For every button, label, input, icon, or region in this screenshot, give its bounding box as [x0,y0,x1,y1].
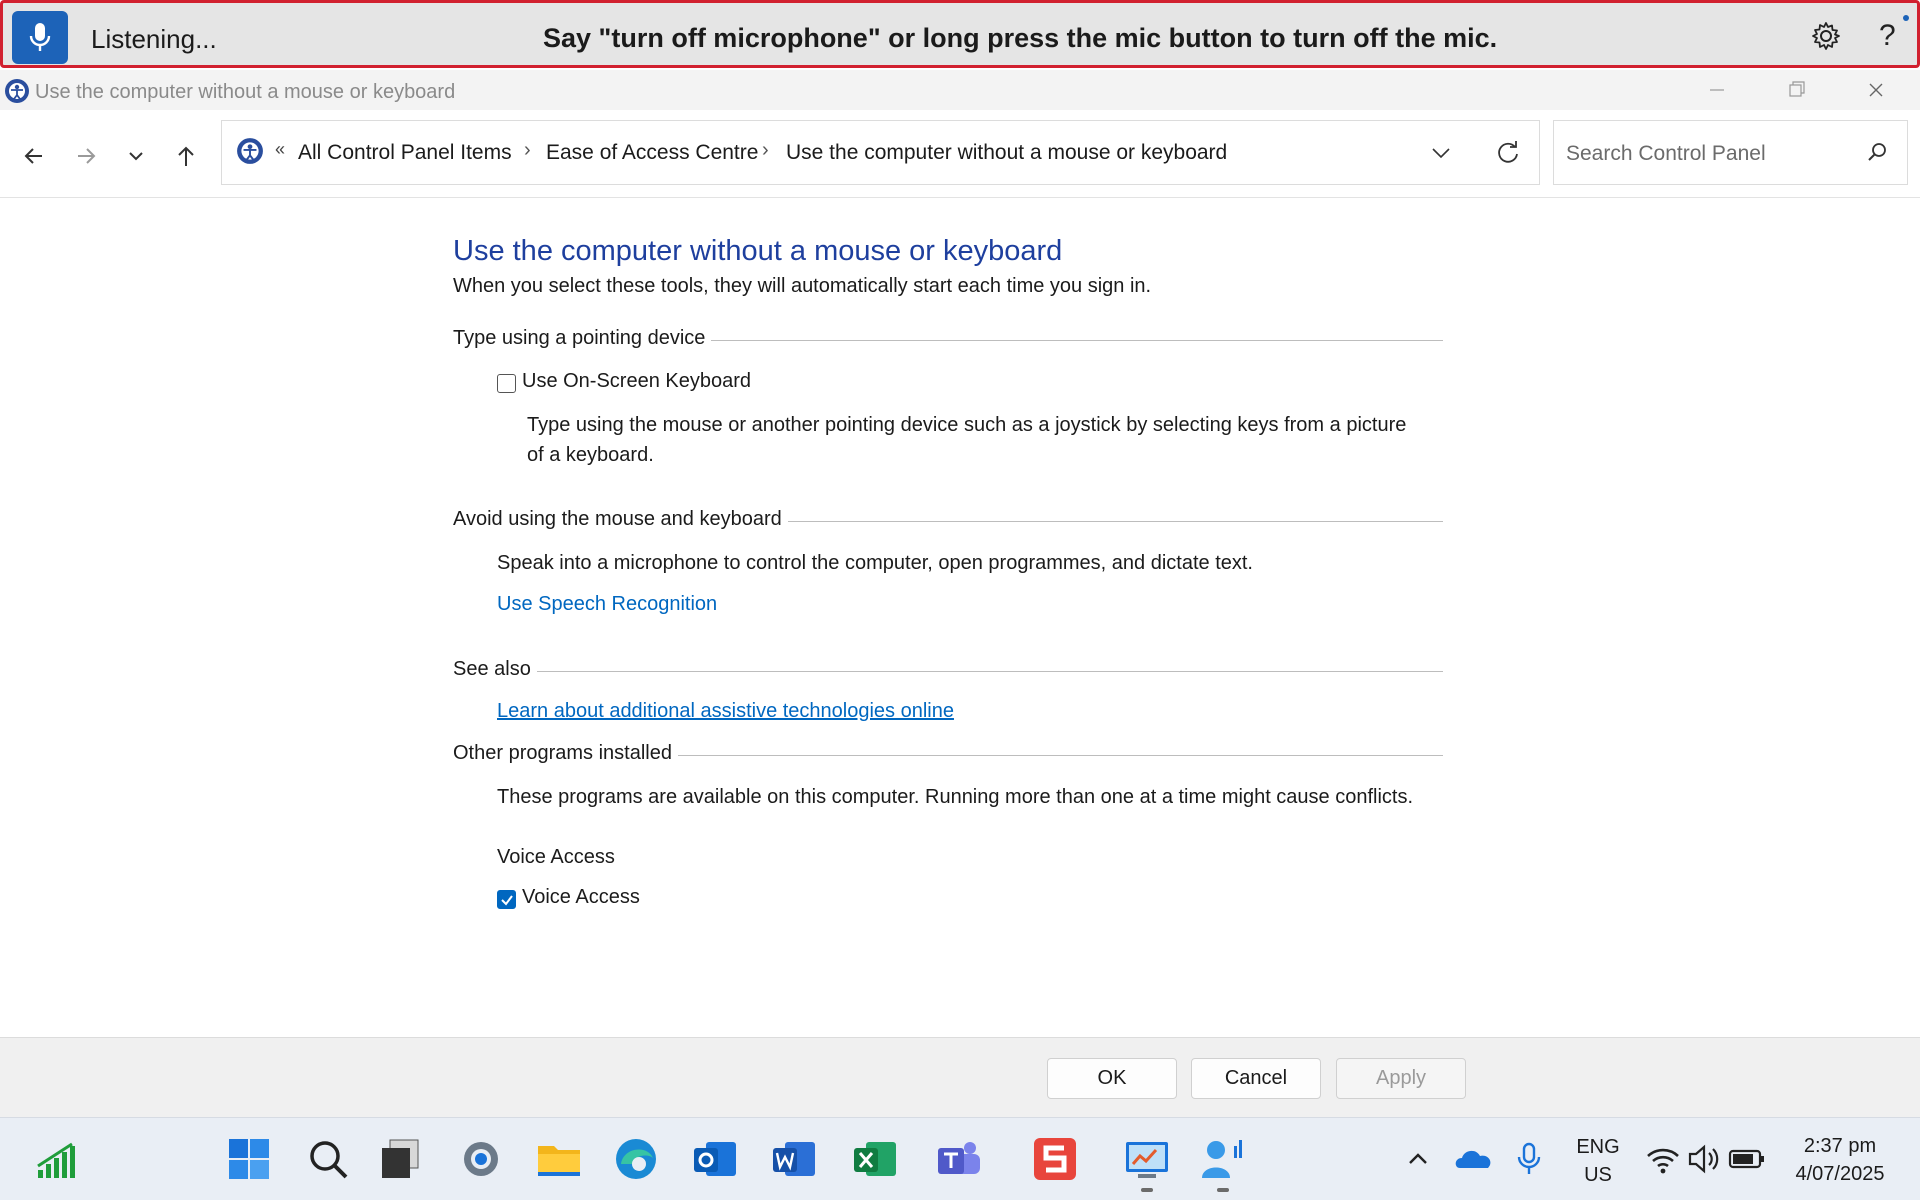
control-panel-icon [236,137,264,170]
main-content: Use the computer without a mouse or keyb… [0,199,1920,1037]
microphone-button[interactable] [12,11,68,64]
breadcrumb-all-control-panel-items[interactable]: All Control Panel Items [298,141,512,165]
page-title: Use the computer without a mouse or keyb… [453,235,1063,267]
excel-icon[interactable] [852,1136,898,1182]
control-panel-taskbar-icon[interactable] [1124,1136,1170,1182]
address-dropdown-icon[interactable] [1429,141,1453,170]
arrow-left-icon [24,148,42,164]
clock-time: 2:37 pm [1803,1135,1877,1157]
voice-access-taskbar-icon[interactable] [1200,1136,1246,1182]
control-panel-icon [4,78,30,109]
language-code: ENG [1576,1136,1620,1158]
breadcrumb-ease-of-access-centre[interactable]: Ease of Access Centre [546,141,758,165]
window-title: Use the computer without a mouse or keyb… [35,81,456,103]
section-pointing-device: Type using a pointing device [453,327,1443,355]
snagit-icon[interactable] [1032,1136,1078,1182]
running-indicator [1217,1188,1229,1192]
show-hidden-icons-chevron-up-icon[interactable] [1395,1136,1441,1182]
help-icon[interactable]: ? [1879,19,1896,53]
search-icon[interactable] [1866,142,1888,169]
settings-gear-icon[interactable] [1811,21,1841,56]
section-avoid-mouse-keyboard: Avoid using the mouse and keyboard [453,508,1443,536]
close-button[interactable] [1836,70,1916,110]
section-heading: Type using a pointing device [453,327,712,350]
arrow-up-icon [178,146,194,166]
language-indicator[interactable]: ENG US [1568,1133,1628,1189]
battery-icon[interactable] [1724,1136,1770,1182]
speech-recognition-link[interactable]: Use Speech Recognition [497,593,717,616]
refresh-icon[interactable] [1495,139,1521,170]
voice-access-group-label: Voice Access [497,846,615,868]
volume-icon[interactable] [1680,1136,1726,1182]
outlook-icon[interactable] [692,1136,738,1182]
on-screen-keyboard-label[interactable]: Use On-Screen Keyboard [522,370,751,393]
arrow-right-icon [78,148,96,164]
on-screen-keyboard-option[interactable]: Use On-Screen Keyboard [497,369,797,397]
settings-icon[interactable] [458,1136,504,1182]
clock-date: 4/07/2025 [1795,1163,1885,1185]
on-screen-keyboard-description: Type using the mouse or another pointing… [527,410,1406,470]
voice-access-option[interactable]: Voice Access [497,885,697,913]
breadcrumb-separator[interactable]: › [762,139,769,162]
section-other-programs: Other programs installed [453,742,1443,770]
description-line: of a keyboard. [527,444,654,466]
apply-button[interactable]: Apply [1336,1058,1466,1099]
notification-dot [1903,15,1909,21]
cancel-button[interactable]: Cancel [1191,1058,1321,1099]
taskbar: ENG US 2:37 pm 4/07/2025 [0,1117,1920,1200]
breadcrumb-current-page[interactable]: Use the computer without a mouse or keyb… [786,141,1227,165]
search-field[interactable]: Search Control Panel [1553,120,1908,185]
on-screen-keyboard-checkbox[interactable] [497,374,516,393]
recent-locations-button[interactable] [118,138,154,174]
breadcrumb-separator[interactable]: › [524,139,531,162]
chevron-down-icon [129,152,143,161]
voice-access-bar: Listening... Say "turn off microphone" o… [0,0,1920,68]
running-indicator [1141,1188,1153,1192]
microphone-icon [29,23,51,51]
voice-hint: Say "turn off microphone" or long press … [543,23,1498,53]
checkmark-icon [501,895,513,906]
task-view-icon[interactable] [378,1136,424,1182]
teams-icon[interactable] [936,1136,982,1182]
section-heading: Other programs installed [453,742,678,765]
section-divider [453,671,1443,672]
listening-status: Listening... [91,24,217,54]
minimize-icon [1710,89,1724,91]
clock[interactable]: 2:37 pm 4/07/2025 [1780,1132,1900,1188]
onedrive-cloud-icon[interactable] [1452,1136,1498,1182]
assistive-technologies-link[interactable]: Learn about additional assistive technol… [497,700,954,723]
voice-access-label[interactable]: Voice Access [522,886,640,909]
section-heading: See also [453,658,537,681]
word-icon[interactable] [771,1136,817,1182]
restore-icon [1789,81,1805,97]
speech-description: Speak into a microphone to control the c… [497,552,1253,574]
back-button[interactable] [16,138,52,174]
stocks-widget-icon[interactable] [34,1136,80,1182]
overflow-chevron[interactable]: « [275,139,285,160]
restore-button[interactable] [1756,70,1836,110]
dialog-button-bar: OK Cancel Apply [0,1037,1920,1117]
minimize-button[interactable] [1676,70,1756,110]
edge-icon[interactable] [613,1136,659,1182]
section-see-also: See also [453,658,1443,686]
file-explorer-icon[interactable] [536,1136,582,1182]
page-subtitle: When you select these tools, they will a… [453,275,1152,297]
section-heading: Avoid using the mouse and keyboard [453,508,788,531]
close-icon [1869,83,1883,97]
ok-button[interactable]: OK [1047,1058,1177,1099]
search-icon[interactable] [305,1136,351,1182]
navigation-bar: « All Control Panel Items › Ease of Acce… [0,110,1920,198]
chevron-down-icon [1432,148,1450,159]
up-button[interactable] [168,138,204,174]
region-code: US [1584,1164,1612,1186]
microphone-tray-icon[interactable] [1506,1136,1552,1182]
description-line: Type using the mouse or another pointing… [527,414,1407,436]
voice-access-checkbox[interactable] [497,890,516,909]
window-titlebar: Use the computer without a mouse or keyb… [0,70,1920,110]
forward-button[interactable] [68,138,104,174]
start-icon[interactable] [226,1136,272,1182]
address-bar[interactable]: « All Control Panel Items › Ease of Acce… [221,120,1540,185]
search-placeholder: Search Control Panel [1566,142,1766,165]
other-programs-description: These programs are available on this com… [497,786,1414,808]
